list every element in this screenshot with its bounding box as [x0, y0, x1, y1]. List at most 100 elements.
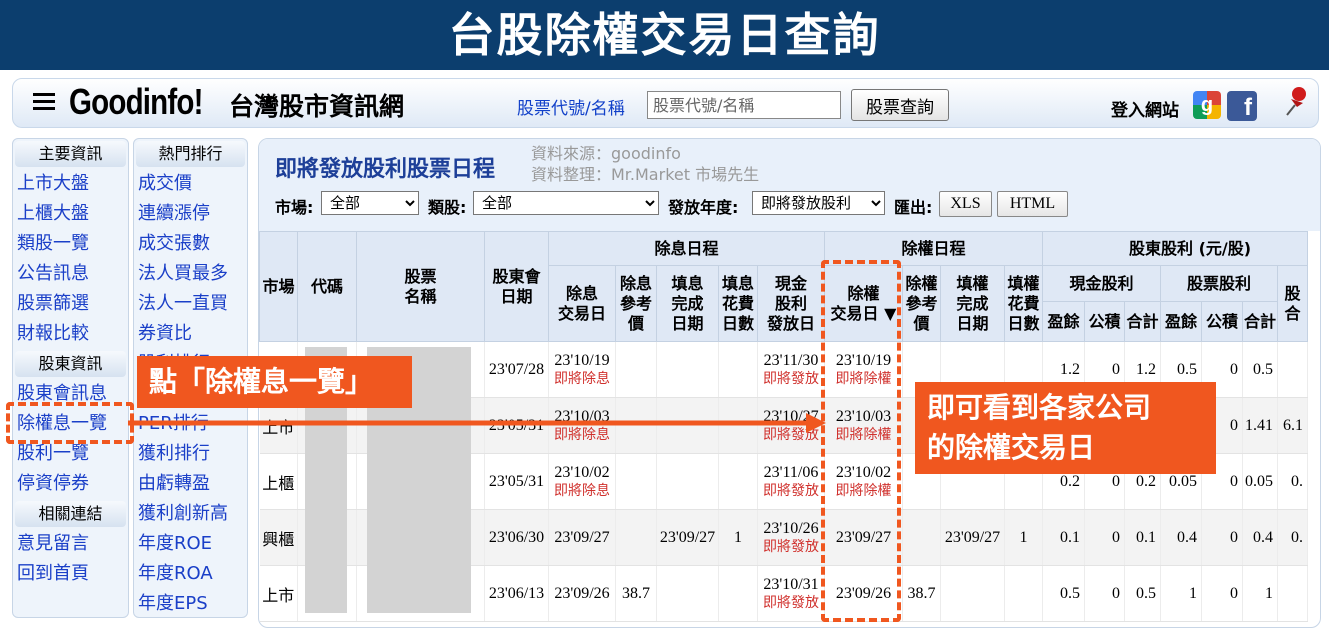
col-ex-div-ref[interactable]: 除息 參考 價 — [615, 265, 657, 342]
market-filter-select[interactable]: 全部 — [321, 191, 419, 215]
cell-stock-total: 1 — [1242, 565, 1278, 622]
google-login-icon[interactable]: g — [1193, 91, 1221, 119]
stock-search-button[interactable]: 股票查詢 — [851, 89, 949, 121]
sidebar-item[interactable]: 連續漲停 — [134, 199, 247, 229]
highlight-sidebar-item — [6, 402, 134, 444]
col-name[interactable]: 股票 名稱 — [356, 231, 485, 342]
cell-fill-right-days — [1004, 565, 1043, 622]
cell-cash-reserve: 0 — [1084, 509, 1125, 566]
cell-stock-total: 0.5 — [1242, 341, 1278, 398]
cell-ex-div-date: 23'09/27 — [548, 509, 616, 566]
stock-search-input[interactable] — [647, 91, 841, 119]
login-link[interactable]: 登入網站 — [1111, 96, 1179, 121]
col-cash-reserve[interactable]: 公積 — [1084, 301, 1125, 342]
year-filter-select[interactable]: 即將發放股利 — [752, 191, 885, 215]
sidebar-item[interactable]: 回到首頁 — [13, 559, 128, 589]
col-code[interactable]: 代碼 — [297, 231, 357, 342]
cell-fill-div-date — [656, 453, 719, 510]
sidebar-item[interactable]: 年度ROA — [134, 559, 247, 589]
sidebar-item[interactable]: 年度ROE — [134, 529, 247, 559]
cell-ex-div-date: 23'10/19 即將除息 — [548, 341, 616, 398]
cell-meeting: 23'05/31 — [484, 397, 549, 454]
status-tag: 即將發放 — [763, 370, 819, 387]
site-header: Goodinfo! 台灣股市資訊網 股票代號/名稱 股票查詢 登入網站 g f — [12, 78, 1319, 128]
cell-fill-div-date — [656, 397, 719, 454]
cell-total — [1277, 565, 1308, 622]
cell-stock-surplus: 1 — [1160, 565, 1202, 622]
group-ex-dividend: 除息日程 — [548, 231, 825, 266]
col-cash-pay-date[interactable]: 現金 股利 發放日 — [757, 265, 825, 342]
col-market[interactable]: 市場 — [259, 231, 298, 342]
sidebar-section-header: 熱門排行 — [136, 141, 245, 167]
col-stock-surplus[interactable]: 盈餘 — [1160, 301, 1202, 342]
search-label: 股票代號/名稱 — [517, 99, 625, 119]
cell-ex-div-date: 23'09/26 — [548, 565, 616, 622]
cell-fill-div-days — [718, 341, 758, 398]
site-logo[interactable]: Goodinfo! — [69, 81, 203, 123]
sidebar-item[interactable]: 股票篩選 — [13, 289, 128, 319]
sidebar-item[interactable]: 上市大盤 — [13, 169, 128, 199]
cell-stock-total: 1.41 — [1242, 397, 1278, 454]
sidebar-item[interactable]: 法人一直買 — [134, 289, 247, 319]
col-ex-right-ref[interactable]: 除權 參考 價 — [902, 265, 941, 342]
sidebar-item[interactable]: 成交價 — [134, 169, 247, 199]
sidebar-item[interactable]: PER排行 — [134, 409, 247, 439]
sidebar-section-header: 相關連結 — [15, 501, 126, 527]
cell-stock-reserve: 0 — [1201, 565, 1243, 622]
cell-fill-div-date — [656, 565, 719, 622]
sidebar-item[interactable]: 意見留言 — [13, 529, 128, 559]
cell-fill-div-date — [656, 341, 719, 398]
export-html-button[interactable]: HTML — [997, 191, 1068, 217]
cell-meeting: 23'05/31 — [484, 453, 549, 510]
status-tag: 即將發放 — [763, 426, 819, 443]
cell-meeting: 23'07/28 — [484, 341, 549, 398]
col-cash-surplus[interactable]: 盈餘 — [1042, 301, 1085, 342]
cell-ex-div-date: 23'10/02 即將除息 — [548, 453, 616, 510]
col-cash-total[interactable]: 合計 — [1124, 301, 1161, 342]
col-fill-div-days[interactable]: 填息 花費 日數 — [718, 265, 758, 342]
cell-stock-total: 0.4 — [1242, 509, 1278, 566]
col-total-cut[interactable]: 股 合 — [1277, 265, 1308, 342]
sidebar-item[interactable]: 停資停券 — [13, 469, 128, 499]
col-stock-total[interactable]: 合計 — [1242, 301, 1278, 342]
site-name[interactable]: 台灣股市資訊網 — [229, 87, 404, 123]
sidebar-item[interactable]: 成交張數 — [134, 229, 247, 259]
pushpin-icon[interactable] — [1283, 85, 1309, 117]
industry-filter-select[interactable]: 全部 — [473, 191, 659, 215]
col-fill-right-date[interactable]: 填權 完成 日期 — [940, 265, 1005, 342]
col-meeting[interactable]: 股東會 日期 — [484, 231, 549, 342]
group-cash-dividend: 現金股利 — [1042, 265, 1161, 302]
sidebar-item[interactable]: 法人買最多 — [134, 259, 247, 289]
sidebar-item[interactable]: 年度EPS — [134, 589, 247, 619]
cell-ex-div-ref — [615, 397, 657, 454]
export-xls-button[interactable]: XLS — [939, 191, 992, 217]
col-fill-right-days[interactable]: 填權 花費 日數 — [1004, 265, 1043, 342]
status-tag: 即將除息 — [554, 370, 610, 387]
sidebar-item[interactable]: 由虧轉盈 — [134, 469, 247, 499]
cell-fill-right-days: 1 — [1004, 509, 1043, 566]
cell-total — [1277, 341, 1308, 398]
banner-title: 台股除權交易日查詢 — [0, 0, 1329, 70]
sidebar-item[interactable]: 類股一覽 — [13, 229, 128, 259]
callout-result-hint: 即可看到各家公司 的除權交易日 — [915, 382, 1216, 474]
hamburger-menu-icon[interactable] — [33, 93, 55, 110]
sidebar-item[interactable]: 財報比較 — [13, 319, 128, 349]
col-fill-div-date[interactable]: 填息 完成 日期 — [656, 265, 719, 342]
col-ex-div-date[interactable]: 除息 交易日 — [548, 265, 616, 342]
sidebar-item[interactable]: 獲利排行 — [134, 439, 247, 469]
sidebar-item[interactable]: 上櫃大盤 — [13, 199, 128, 229]
cell-cash-pay-date: 23'10/31 即將發放 — [757, 565, 825, 622]
cell-fill-right-date: 23'09/27 — [940, 509, 1005, 566]
cell-ex-div-ref — [615, 341, 657, 398]
cell-total: 0. — [1277, 509, 1308, 566]
col-stock-reserve[interactable]: 公積 — [1201, 301, 1243, 342]
sidebar-item[interactable]: 獲利創新高 — [134, 499, 247, 529]
sidebar-item[interactable]: 公告訊息 — [13, 259, 128, 289]
sidebar-item[interactable]: 券資比 — [134, 319, 247, 349]
cell-fill-div-days — [718, 453, 758, 510]
facebook-login-icon[interactable]: f — [1227, 91, 1257, 121]
cell-market: 興櫃 — [259, 509, 298, 566]
cell-ex-right-ref: 38.7 — [902, 565, 941, 622]
sidebar-section-header: 股東資訊 — [15, 351, 126, 377]
group-dividend: 股東股利 (元/股) — [1042, 231, 1308, 266]
